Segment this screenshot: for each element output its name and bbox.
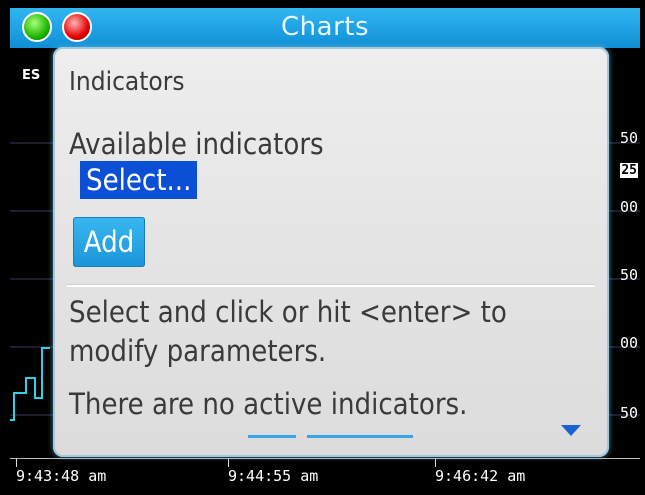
title-bar: Charts [10,8,640,48]
x-tick-mark [228,459,229,467]
add-button[interactable]: Add [73,217,145,267]
time-axis: 9:43:48 am 9:44:55 am 9:46:42 am [10,458,640,489]
y-tick-label: 00 [619,198,638,216]
price-line [10,347,50,421]
symbol-label: ES [22,68,41,83]
dialog-title: Indicators [69,67,185,97]
x-tick-mark [435,459,436,467]
scroll-hint-bar [248,435,296,438]
x-tick-label: 9:44:55 am [228,467,319,485]
no-active-indicators-text: There are no active indicators. [69,387,468,421]
x-tick-label: 9:46:42 am [435,467,526,485]
y-tick-label: 50 [619,129,638,147]
y-tick-label: 00 [619,334,638,352]
available-indicators-label: Available indicators [69,127,324,161]
app-screen: ES 50 25 00 50 00 50 9:43:48 am 9:44:55 … [0,0,645,495]
scroll-hint-bar [307,435,413,438]
y-tick-label: 50 [619,266,638,284]
x-tick-mark [16,459,17,467]
triangle-down-icon[interactable] [561,425,581,436]
divider [67,284,595,287]
help-text: Select and click or hit <enter> to modif… [69,295,507,368]
x-tick-label: 9:43:48 am [16,467,107,485]
indicators-dialog: Indicators Available indicators Select..… [53,47,609,457]
current-price-label: 25 [620,163,638,178]
window-title: Charts [281,12,369,42]
y-tick-label: 50 [619,404,638,422]
green-circle-icon[interactable] [22,12,52,42]
red-circle-icon[interactable] [62,12,92,42]
indicator-select[interactable]: Select... [80,161,198,199]
